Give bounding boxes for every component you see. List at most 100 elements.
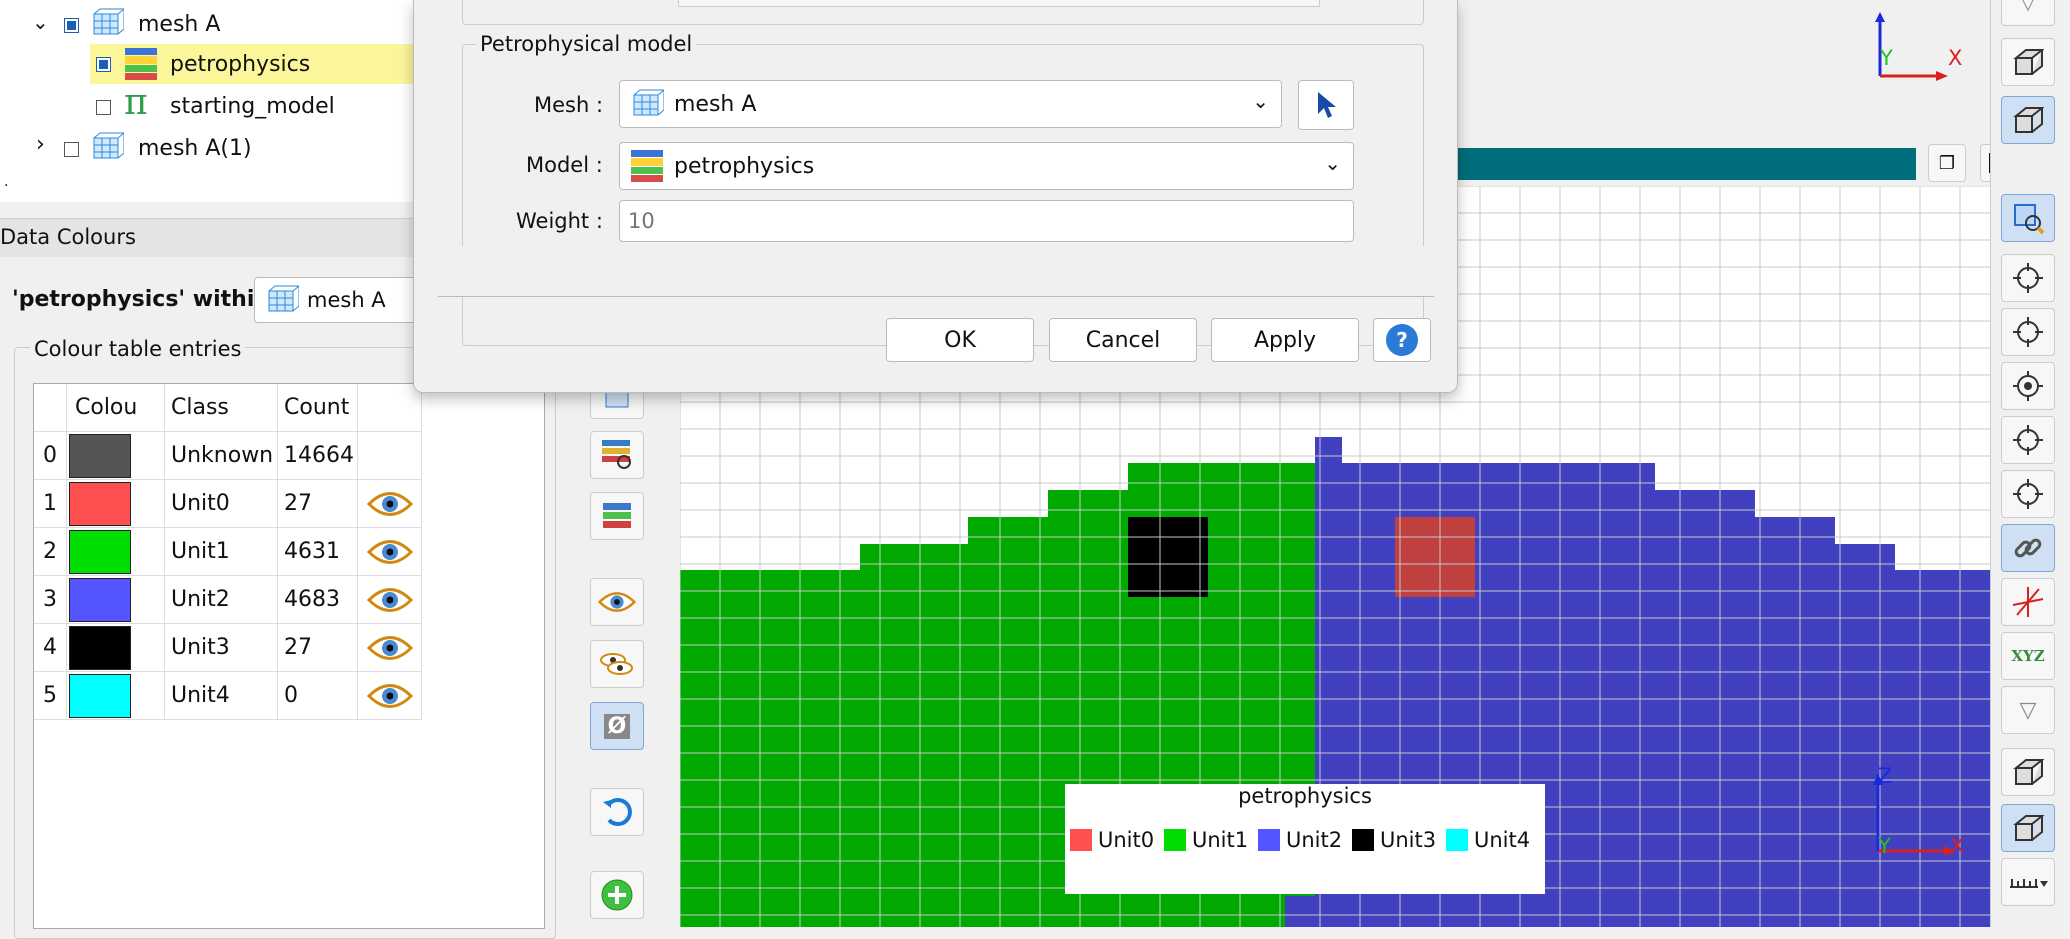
view-cube-3-button[interactable] xyxy=(2001,748,2055,796)
eye-icon[interactable] xyxy=(366,633,413,663)
right-toolbar: ▽ XYZ ▽ xyxy=(1990,0,2070,927)
top-axis-x-label: X xyxy=(1948,46,1963,70)
column-header-count[interactable]: Count xyxy=(278,384,358,432)
chevron-right-icon[interactable]: › xyxy=(36,132,45,157)
class-cell: Unit0 xyxy=(165,480,278,528)
visibility-cell[interactable] xyxy=(358,528,422,576)
eye-icon[interactable] xyxy=(366,681,413,711)
colour-swatch-cell[interactable] xyxy=(67,672,165,720)
colour-swatch[interactable] xyxy=(69,625,131,670)
unit2-region xyxy=(1285,896,1340,927)
pick-mesh-button[interactable] xyxy=(1298,80,1354,130)
view-cube-4-button[interactable] xyxy=(2001,804,2055,852)
add-button[interactable] xyxy=(590,871,644,919)
pi-icon: π xyxy=(124,82,148,123)
axes-button[interactable] xyxy=(2001,578,2055,626)
eye-icon[interactable] xyxy=(366,537,413,567)
mesh-combo[interactable]: mesh A ⌄ xyxy=(619,80,1282,128)
tree-checkbox[interactable] xyxy=(64,142,79,157)
column-header-label: Class xyxy=(171,395,229,420)
tree-item-petrophysics[interactable]: petrophysics xyxy=(90,44,413,84)
rotate-button-3[interactable] xyxy=(2001,362,2055,410)
visibility-cell[interactable] xyxy=(358,672,422,720)
null-value-button[interactable]: Ø xyxy=(590,702,644,750)
ruler-button[interactable] xyxy=(2001,858,2055,906)
apply-button[interactable]: Apply xyxy=(1211,318,1359,362)
ok-label: OK xyxy=(944,327,976,353)
rotate-button-4[interactable] xyxy=(2001,416,2055,464)
plus-circle-icon xyxy=(601,879,633,911)
link-button[interactable] xyxy=(2001,524,2055,572)
tree-checkbox[interactable] xyxy=(64,18,79,33)
colour-swatch-cell[interactable] xyxy=(67,480,165,528)
visibility-cell[interactable] xyxy=(358,576,422,624)
axis-z-label: Z xyxy=(1878,764,1893,788)
column-header-visibility[interactable] xyxy=(358,384,422,432)
axis-x-label: X xyxy=(1950,834,1965,858)
data-colours-header: Data Colours xyxy=(0,218,413,258)
legend-item: Unit1 xyxy=(1164,828,1248,852)
visibility-cell[interactable] xyxy=(358,432,422,480)
legend-item: Unit4 xyxy=(1446,828,1530,852)
rotate-button-2[interactable] xyxy=(2001,308,2055,356)
xyz-button[interactable]: XYZ xyxy=(2001,632,2055,680)
eye-icon[interactable] xyxy=(366,489,413,519)
crosshair-icon xyxy=(2013,425,2043,455)
column-header-colour[interactable]: Colou xyxy=(67,384,165,432)
within-label: 'petrophysics' within xyxy=(12,287,271,312)
column-header-label: Count xyxy=(284,395,350,420)
count-cell: 27 xyxy=(278,480,358,528)
zoom-fit-button[interactable] xyxy=(2001,194,2055,242)
model-combo[interactable]: petrophysics ⌄ xyxy=(619,142,1354,190)
view-cube-2-button[interactable] xyxy=(2001,96,2055,144)
filter-button[interactable]: ▽ xyxy=(2001,686,2055,734)
chevron-down-icon[interactable]: ⌄ xyxy=(32,10,49,34)
tree-checkbox[interactable] xyxy=(96,100,111,115)
colour-swatch[interactable] xyxy=(69,673,131,718)
view-cube-button[interactable] xyxy=(2001,38,2055,86)
legend-label: Unit2 xyxy=(1286,828,1343,852)
colour-swatch-cell[interactable] xyxy=(67,432,165,480)
undo-button[interactable] xyxy=(590,788,644,836)
mesh-selector[interactable]: mesh A xyxy=(254,277,424,323)
show-button[interactable] xyxy=(590,578,644,626)
tree-item-label: petrophysics xyxy=(170,52,311,77)
unit2-region xyxy=(1315,490,1755,517)
layers-icon xyxy=(603,503,631,528)
rotate-button-5[interactable] xyxy=(2001,470,2055,518)
model-combo-value: petrophysics xyxy=(674,153,815,179)
tree-item-starting-model[interactable]: π starting_model xyxy=(90,82,413,126)
rotate-button-1[interactable] xyxy=(2001,254,2055,302)
mesh-icon xyxy=(268,285,299,312)
colour-swatch[interactable] xyxy=(69,577,131,622)
tool-button[interactable] xyxy=(590,492,644,540)
visibility-cell[interactable] xyxy=(358,624,422,672)
column-header-class[interactable]: Class xyxy=(165,384,278,432)
top-axis-y-label: Y xyxy=(1880,46,1893,70)
help-button[interactable]: ? xyxy=(1373,318,1431,362)
group-title: Colour table entries xyxy=(30,337,246,361)
legend-label: Unit4 xyxy=(1474,828,1531,852)
cancel-button[interactable]: Cancel xyxy=(1049,318,1197,362)
row-index: 4 xyxy=(34,624,67,672)
empty-set-icon: Ø xyxy=(603,713,631,739)
mesh-combo-value: mesh A xyxy=(674,91,757,117)
target-icon xyxy=(2013,371,2043,401)
legend-swatch xyxy=(1446,829,1468,851)
weight-input[interactable] xyxy=(619,200,1354,242)
tree-checkbox[interactable] xyxy=(96,57,111,72)
visibility-cell[interactable] xyxy=(358,480,422,528)
upper-field[interactable] xyxy=(678,0,1320,7)
colour-swatch-cell[interactable] xyxy=(67,576,165,624)
colour-swatch[interactable] xyxy=(69,529,131,574)
restore-button[interactable]: ❐ xyxy=(1928,144,1966,182)
tool-button[interactable]: ▽ xyxy=(2001,0,2055,26)
tool-button[interactable] xyxy=(590,431,644,479)
show-all-button[interactable] xyxy=(590,640,644,688)
colour-swatch[interactable] xyxy=(69,481,131,526)
colour-swatch-cell[interactable] xyxy=(67,624,165,672)
colour-swatch[interactable] xyxy=(69,433,131,478)
colour-swatch-cell[interactable] xyxy=(67,528,165,576)
ok-button[interactable]: OK xyxy=(886,318,1034,362)
eye-icon[interactable] xyxy=(366,585,413,615)
